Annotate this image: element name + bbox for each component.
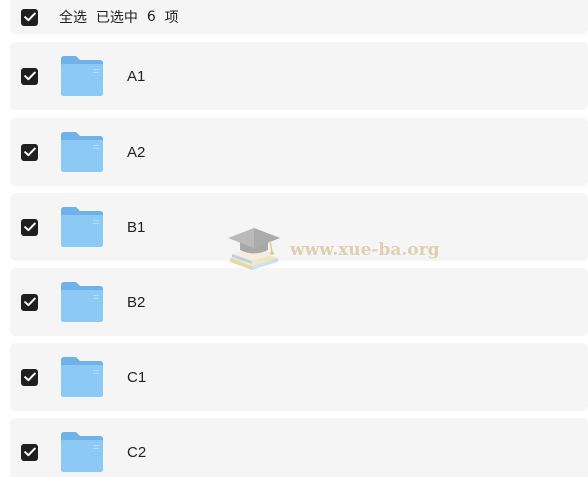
folder-row[interactable]: C1 <box>10 343 588 411</box>
folder-name[interactable]: B1 <box>127 219 145 236</box>
selected-prefix: 已选中 <box>95 10 138 26</box>
selected-count: 6 <box>146 9 156 25</box>
folder-checkbox[interactable] <box>21 368 38 386</box>
file-list-page: 全选 已选中 6 项 A1 A2 B1 B2 C1 C2 www.xue-ba.… <box>0 0 588 477</box>
checkmark-icon <box>23 447 36 457</box>
folder-row[interactable]: A2 <box>10 118 588 186</box>
checkmark-icon <box>23 222 36 232</box>
folder-row[interactable]: B1 <box>10 193 588 261</box>
folder-name[interactable]: C1 <box>127 369 146 386</box>
folder-checkbox[interactable] <box>21 67 38 85</box>
folder-row[interactable]: B2 <box>10 268 588 336</box>
folder-name[interactable]: A1 <box>127 68 145 85</box>
folder-name[interactable]: A2 <box>127 144 145 161</box>
folder-checkbox[interactable] <box>21 143 38 161</box>
folder-checkbox[interactable] <box>21 218 38 236</box>
selection-summary: 全选 已选中 6 项 <box>59 7 179 27</box>
folder-icon <box>61 357 103 397</box>
folder-name[interactable]: B2 <box>127 294 145 311</box>
folder-name[interactable]: C2 <box>127 444 146 461</box>
folder-row[interactable]: A1 <box>10 42 588 110</box>
folder-row[interactable]: C2 <box>10 418 588 477</box>
checkmark-icon <box>23 71 36 81</box>
selected-suffix: 项 <box>164 10 179 26</box>
folder-icon <box>61 56 103 96</box>
select-all-label[interactable]: 全选 <box>59 7 87 27</box>
checkmark-icon <box>23 12 36 22</box>
folder-icon <box>61 132 103 172</box>
checkmark-icon <box>23 147 36 157</box>
folder-icon <box>61 207 103 247</box>
folder-icon <box>61 432 103 472</box>
folder-icon <box>61 282 103 322</box>
select-all-checkbox[interactable] <box>21 8 38 26</box>
folder-checkbox[interactable] <box>21 293 38 311</box>
checkmark-icon <box>23 297 36 307</box>
select-all-bar: 全选 已选中 6 项 <box>10 0 588 34</box>
folder-checkbox[interactable] <box>21 443 38 461</box>
checkmark-icon <box>23 372 36 382</box>
